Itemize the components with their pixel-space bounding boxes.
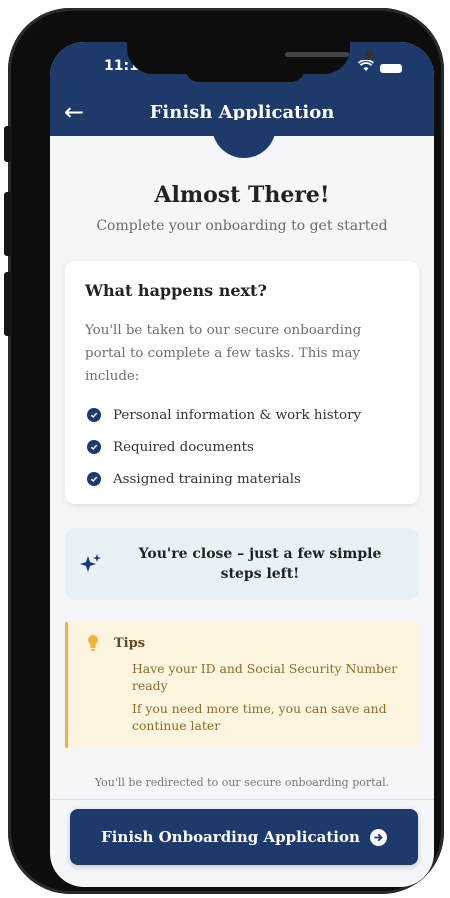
hero-subtitle: Complete your onboarding to get started [96,218,388,234]
progress-banner: You're close – just a few simple steps l… [65,528,419,600]
finish-onboarding-button[interactable]: Finish Onboarding Application [70,809,418,865]
check-circle-icon [87,408,101,422]
check-circle-icon [87,472,101,486]
volume-down-button [4,272,12,336]
notch-tab [185,68,305,82]
volume-up-button [4,192,12,256]
next-steps-card: What happens next? You'll be taken to ou… [65,261,419,504]
lightbulb-icon [86,634,100,656]
tips-title: Tips [114,636,146,651]
status-icons [357,59,402,76]
list-item-label: Required documents [113,439,254,455]
redirect-note: You'll be redirected to our secure onboa… [94,776,390,789]
app-screen: 11:12 ← Finish Application Almost There!… [50,42,434,887]
mute-switch [4,126,12,162]
tip-item: If you need more time, you can save and … [132,701,387,733]
list-item: Personal information & work history [87,399,361,431]
list-item-label: Assigned training materials [113,471,301,487]
hero-title: Almost There! [154,182,330,208]
battery-icon [380,63,402,73]
front-camera [365,50,374,59]
finish-button-label: Finish Onboarding Application [101,828,360,846]
arrow-right-circle-icon [369,828,387,846]
tips-box: Tips Have your ID and Social Security Nu… [65,622,419,748]
header-bump [212,120,276,158]
list-item: Required documents [87,431,361,463]
phone-frame: 11:12 ← Finish Application Almost There!… [4,8,444,894]
task-list: Personal information & work history Requ… [87,399,361,495]
sparkles-icon [79,552,103,580]
check-circle-icon [87,440,101,454]
banner-text: You're close – just a few simple steps l… [138,546,382,582]
card-heading: What happens next? [85,281,267,300]
card-description: You'll be taken to our secure onboarding… [85,323,362,384]
list-item: Assigned training materials [87,463,361,495]
footer-divider [50,799,434,800]
tip-item: Have your ID and Social Security Number … [132,661,398,693]
wifi-icon [357,59,375,76]
list-item-label: Personal information & work history [113,407,362,423]
speaker-grille [285,52,349,57]
